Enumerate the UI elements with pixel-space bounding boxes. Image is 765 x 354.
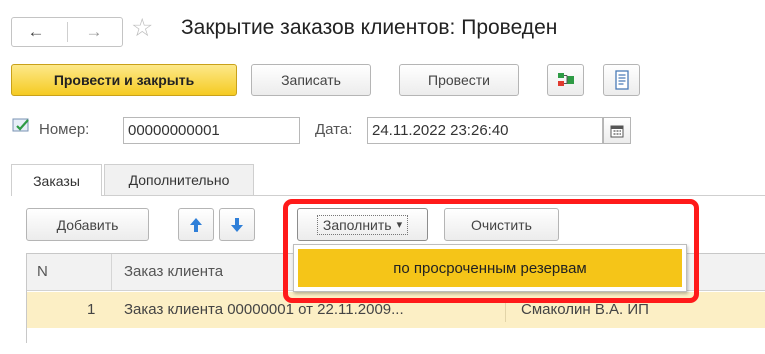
post-and-close-button[interactable]: Провести и закрыть [11,64,237,96]
calendar-icon[interactable] [603,117,631,144]
forward-button[interactable]: → [76,21,112,43]
date-label: Дата: [315,121,353,138]
arrow-up-icon [190,217,202,232]
posted-document-icon [12,117,32,140]
row-number: 1 [87,301,96,318]
page-title: Закрытие заказов клиентов: Проведен [181,16,558,39]
tab-orders[interactable]: Заказы [11,164,102,196]
nav-separator [67,22,68,42]
row-order: Заказ клиента 00000001 от 22.11.2009... [124,301,404,318]
number-label: Номер: [39,121,90,138]
tab-additional[interactable]: Дополнительно [104,164,254,195]
column-divider [111,254,112,290]
move-up-button[interactable] [178,208,214,241]
arrow-down-icon [231,217,243,232]
highlight-frame [283,199,699,303]
add-button[interactable]: Добавить [26,208,149,241]
back-button[interactable]: ← [18,21,54,43]
move-down-button[interactable] [219,208,255,241]
number-field[interactable]: 00000000001 [123,117,300,144]
structure-icon[interactable] [547,64,584,96]
tabs-baseline [11,195,765,196]
navigation-buttons: ← → [11,17,123,47]
post-button[interactable]: Провести [399,64,519,96]
favorite-star-icon[interactable]: ☆ [131,13,153,43]
date-field[interactable]: 24.11.2022 23:26:40 [367,117,603,144]
column-header-order[interactable]: Заказ клиента [124,263,223,280]
column-header-n[interactable]: N [37,263,48,280]
save-button[interactable]: Записать [251,64,371,96]
row-manager: Смаколин В.А. ИП [521,301,649,318]
report-icon[interactable] [603,64,640,96]
